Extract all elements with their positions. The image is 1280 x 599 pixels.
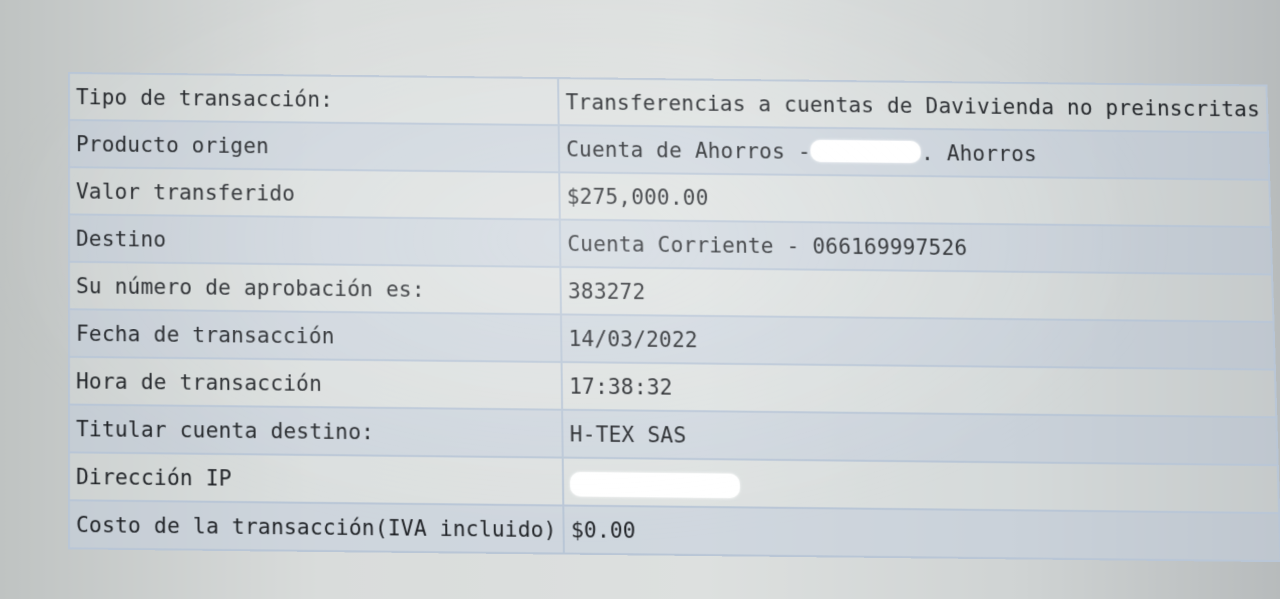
approval-number-label: Su número de aprobación es:	[69, 261, 562, 315]
transaction-type-label: Tipo de transacción:	[69, 73, 559, 126]
source-product-prefix: Cuenta de Ahorros -	[566, 136, 811, 164]
approval-number-value: 383272	[560, 266, 1274, 322]
destination-label: Destino	[69, 214, 561, 267]
account-holder-value: H-TEX SAS	[562, 409, 1278, 466]
account-holder-label: Titular cuenta destino:	[69, 404, 563, 458]
source-product-suffix: . Ahorros	[920, 140, 1038, 166]
transaction-date-label: Fecha de transacción	[69, 309, 562, 363]
transaction-type-value: Transferencias a cuentas de Davivienda n…	[558, 78, 1268, 133]
transaction-time-label: Hora de transacción	[69, 356, 563, 410]
destination-value: Cuenta Corriente - 066169997526	[560, 219, 1272, 275]
ip-address-value	[562, 457, 1279, 514]
redacted-ip-address	[570, 471, 741, 498]
transaction-date-value: 14/03/2022	[561, 314, 1275, 370]
redacted-account-number	[810, 139, 922, 163]
transaction-receipt-table: Tipo de transacción: Transferencias a cu…	[68, 72, 1280, 562]
amount-value: $275,000.00	[559, 172, 1271, 228]
amount-label: Valor transferido	[69, 167, 561, 220]
ip-address-label: Dirección IP	[69, 452, 564, 506]
source-product-value: Cuenta de Ahorros - . Ahorros	[558, 125, 1269, 180]
transaction-cost-value: $0.00	[563, 505, 1280, 562]
transaction-time-value: 17:38:32	[561, 362, 1277, 418]
source-product-label: Producto origen	[69, 120, 560, 173]
transaction-cost-label: Costo de la transacción(IVA incluido)	[69, 500, 565, 554]
